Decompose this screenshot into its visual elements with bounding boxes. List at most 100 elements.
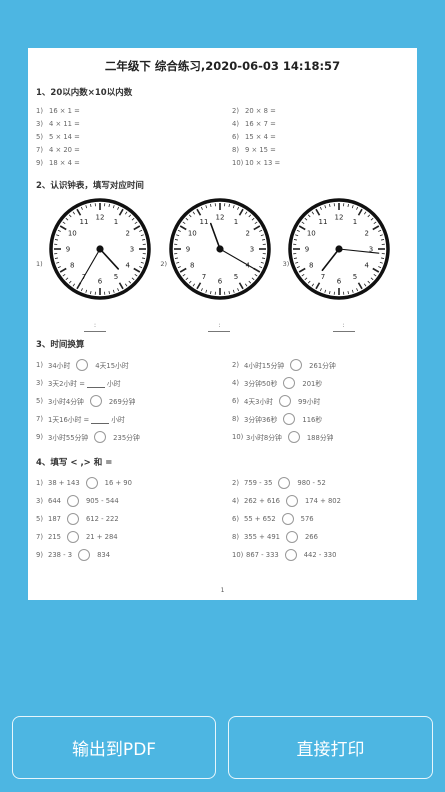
left-value: 1天16小时 = (48, 416, 90, 424)
compare-circle[interactable] (285, 495, 298, 507)
problem-number: 6) (232, 397, 239, 405)
clock-number: 12 (96, 214, 105, 222)
print-button[interactable]: 直接打印 (228, 716, 433, 779)
left-expression: 38 + 143 (48, 479, 80, 487)
problem-number: 2) (232, 479, 239, 487)
clock-answer-blank[interactable]: : (208, 323, 231, 332)
right-value: 小时 (106, 380, 121, 388)
problem-item: 2) 20 × 8 = (232, 104, 417, 117)
compare-circle[interactable] (66, 531, 79, 543)
problem-text: 18 × 4 = (49, 158, 80, 167)
clock-number: 11 (80, 218, 89, 226)
problem-number: 5) (36, 515, 43, 523)
problem-number: 9) (36, 551, 43, 559)
compare-circle[interactable] (285, 531, 298, 543)
problem-text: 16 × 7 = (245, 119, 276, 128)
compare-circle[interactable] (283, 413, 296, 425)
right-value: 116秒 (302, 416, 323, 424)
right-expression: 174 + 802 (304, 497, 341, 505)
left-expression: 187 (48, 515, 61, 523)
compare-circle[interactable] (290, 359, 303, 371)
problem-number: 2) (232, 361, 239, 369)
clock-number: 5 (234, 273, 238, 281)
right-expression: 905 - 544 (85, 497, 119, 505)
right-value: 261分钟 (309, 362, 336, 370)
compare-circle[interactable] (279, 395, 292, 407)
compare-circle[interactable] (283, 377, 296, 389)
clock-number: 7 (202, 273, 206, 281)
export-pdf-button[interactable]: 输出到PDF (12, 716, 216, 779)
clock-number: 8 (309, 262, 313, 270)
comparison-list: 1) 38 + 143 16 + 90 2) 759 - 35 980 - 52 3) 644… (36, 474, 409, 564)
compare-circle[interactable] (85, 477, 98, 489)
compare-circle[interactable] (278, 477, 291, 489)
clock-center (96, 245, 104, 253)
left-expression: 238 - 3 (48, 551, 73, 559)
problem-number: 7) (36, 415, 43, 423)
compare-circle[interactable] (284, 549, 297, 561)
clock-number: 9 (304, 246, 308, 254)
problem-number: 5) (36, 397, 43, 405)
right-value: 188分钟 (306, 434, 334, 442)
clock-answer-blank[interactable]: : (332, 323, 355, 332)
problem-number: 2) (232, 106, 239, 115)
problem-number: 3) (36, 379, 43, 387)
clock: 3) 1 2 3 4 5 6 7 8 9 10 11 12: (283, 197, 409, 332)
compare-circle[interactable] (94, 431, 107, 443)
clock-number: 3 (130, 246, 134, 254)
problem-item: 6) 4天3小时 99小时 (232, 392, 417, 410)
right-expression: 266 (304, 533, 318, 541)
clock-number: 1 (234, 218, 238, 226)
problem-number: 10) (232, 551, 244, 559)
left-expression: 215 (48, 533, 61, 541)
clock-face: 123456789101112 (169, 198, 272, 300)
clock-face: 123456789101112 (49, 198, 151, 300)
problem-item: 7) 4 × 20 = (36, 143, 232, 156)
left-expression: 355 + 491 (244, 533, 280, 541)
left-value: 3小时8分钟 (246, 434, 282, 442)
clock-number: 6 (336, 278, 341, 286)
problem-item: 7) 1天16小时 = 小时 (36, 410, 232, 428)
right-value: 269分钟 (108, 398, 136, 406)
problem-item: 4) 3分钟50秒 201秒 (232, 374, 417, 392)
answer-blank[interactable] (86, 379, 105, 388)
compare-circle[interactable] (76, 359, 89, 371)
clock-number: 3 (250, 246, 254, 254)
section-2-title: 2、认识钟表，填写对应时间 (36, 181, 144, 191)
problem-number: 3) (36, 119, 43, 128)
clock-number: 5 (352, 273, 356, 281)
problem-number: 3) (36, 497, 43, 505)
compare-circle[interactable] (66, 495, 79, 507)
problem-item: 2) 759 - 35 980 - 52 (232, 474, 417, 492)
problem-text: 4 × 11 = (49, 119, 80, 128)
clock: 2)123456789101112: (160, 197, 284, 332)
problem-number: 1) (36, 106, 43, 115)
clock-row: 1)123456789101112:2)123456789101112:3)12… (36, 197, 409, 332)
clock-number: 10 (68, 230, 77, 238)
clock-number: 1 (352, 218, 356, 226)
right-expression: 576 (300, 515, 314, 523)
problem-number: 9) (36, 158, 43, 167)
problem-number: 8) (232, 533, 239, 541)
compare-circle[interactable] (66, 513, 79, 525)
clock-number: 4 (125, 262, 130, 270)
problem-item: 5) 5 × 14 = (36, 130, 232, 143)
compare-circle[interactable] (89, 395, 102, 407)
clock-number: 10 (188, 230, 197, 238)
clock: 1)123456789101112: (36, 197, 160, 332)
problem-item: 4) 262 + 616 174 + 802 (232, 492, 417, 510)
compare-circle[interactable] (287, 431, 300, 443)
problem-item: 3) 644 905 - 544 (36, 492, 232, 510)
clock-face: 123456789101112 (287, 198, 390, 300)
right-value: 4天15小时 (95, 362, 129, 370)
left-value: 3小时4分钟 (48, 398, 84, 406)
compare-circle[interactable] (78, 549, 91, 561)
clock-number: 4 (364, 262, 369, 270)
answer-blank[interactable] (91, 415, 110, 424)
problem-number: 6) (232, 132, 239, 141)
problem-number: 5) (36, 132, 43, 141)
left-value: 34小时 (48, 362, 71, 370)
clock-answer-blank[interactable]: : (84, 323, 106, 332)
right-expression: 16 + 90 (104, 479, 132, 487)
compare-circle[interactable] (281, 513, 294, 525)
